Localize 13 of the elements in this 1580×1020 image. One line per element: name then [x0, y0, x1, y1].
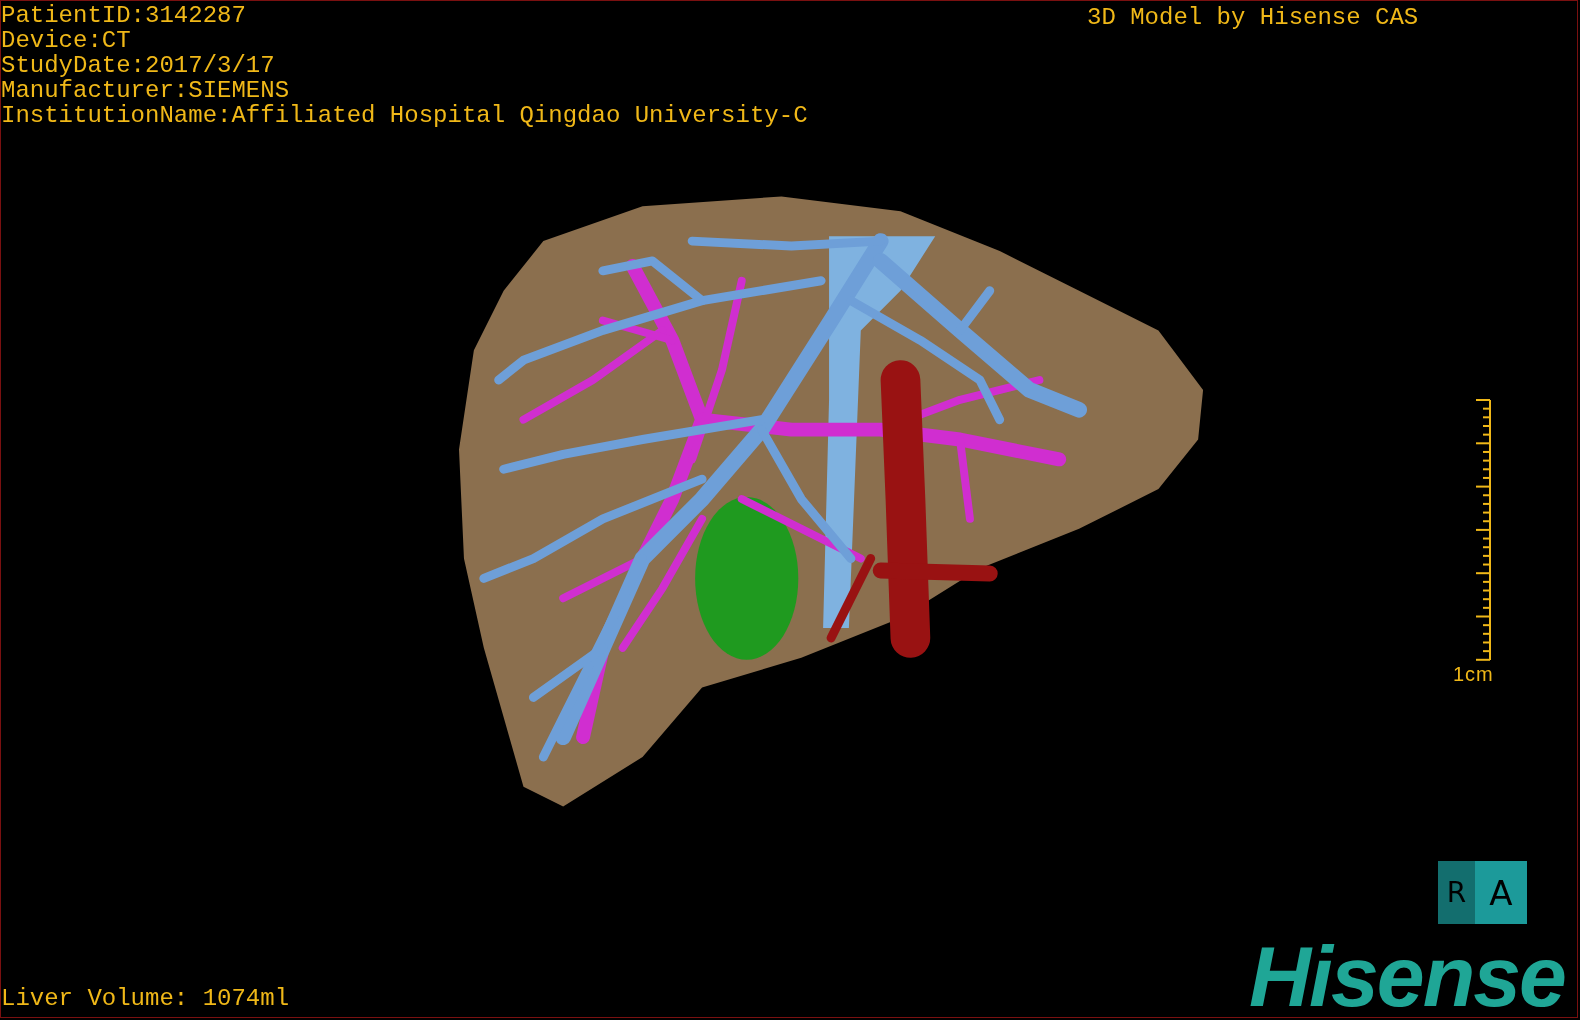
study-info-text: Manufacturer:SIEMENS	[1, 78, 291, 103]
study-info-text: Device:CT	[1, 28, 132, 53]
cube-front-label: A	[1475, 861, 1527, 924]
cube-side-label: R	[1438, 861, 1475, 924]
scale-ruler-icon	[1473, 399, 1494, 661]
scale-label: 1cm	[1453, 663, 1494, 685]
orientation-cube[interactable]: R A	[1438, 861, 1527, 924]
study-info-text: StudyDate:2017/3/17	[1, 53, 276, 78]
credit-text: 3D Model by Hisense CAS	[1087, 5, 1419, 30]
study-info-text: InstitutionName:Affiliated Hospital Qingdao University-C	[1, 103, 808, 128]
study-info-text: PatientID:3142287	[1, 3, 247, 28]
logo-text: Hisense	[1249, 933, 1565, 1017]
liver-volume-text: Liver Volume: 1074ml	[1, 986, 290, 1011]
